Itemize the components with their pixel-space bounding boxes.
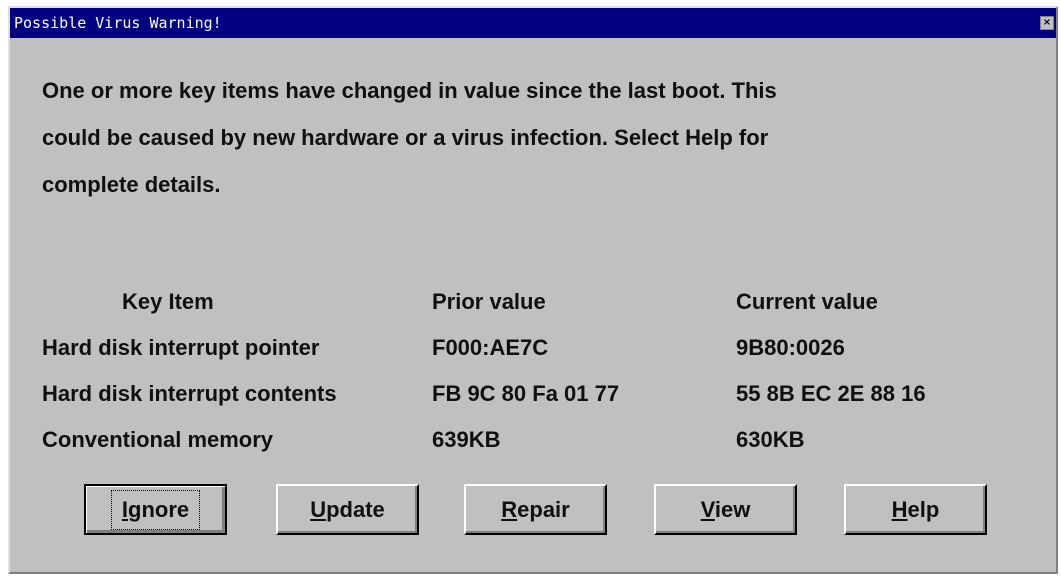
repair-button[interactable]: Repair — [464, 484, 607, 535]
title-bar[interactable]: Possible Virus Warning! × — [10, 8, 1056, 38]
virus-warning-dialog: Possible Virus Warning! × One or more ke… — [8, 6, 1058, 574]
column-header-current-value: Current value — [736, 289, 878, 314]
help-label-rest: elp — [907, 496, 940, 522]
column-header-prior-value: Prior value — [432, 289, 546, 314]
update-mnemonic: U — [310, 496, 327, 522]
view-button[interactable]: View — [654, 484, 797, 535]
view-label-rest: iew — [714, 496, 751, 522]
close-icon: × — [1042, 17, 1052, 28]
help-button[interactable]: Help — [844, 484, 987, 535]
table-cell-prior-value: F000:AE7C — [432, 335, 549, 360]
column-header-key-item: Key Item — [122, 289, 214, 314]
ignore-button[interactable]: Ignore — [84, 484, 227, 535]
repair-label-rest: epair — [517, 496, 570, 522]
table-cell-current-value: 630KB — [736, 427, 805, 452]
table-cell-key-item: Hard disk interrupt contents — [42, 381, 337, 406]
message-line: complete details. — [42, 172, 221, 197]
table-cell-current-value: 9B80:0026 — [736, 335, 845, 360]
update-label-rest: pdate — [326, 496, 385, 522]
help-button-label: Help — [886, 495, 946, 525]
table-cell-current-value: 55 8B EC 2E 88 16 — [736, 381, 926, 406]
update-button[interactable]: Update — [276, 484, 419, 535]
repair-mnemonic: R — [501, 496, 518, 522]
close-button[interactable]: × — [1040, 16, 1054, 30]
message-line: One or more key items have changed in va… — [42, 78, 777, 103]
message-line: could be caused by new hardware or a vir… — [42, 125, 769, 150]
warning-message: One or more key items have changed in va… — [42, 78, 942, 219]
help-mnemonic: H — [891, 496, 908, 522]
ignore-button-label: Ignore — [110, 489, 201, 530]
dialog-content: One or more key items have changed in va… — [10, 38, 1056, 572]
view-mnemonic: V — [700, 496, 715, 522]
table-cell-prior-value: FB 9C 80 Fa 01 77 — [432, 381, 620, 406]
ignore-label-rest: gnore — [128, 496, 190, 522]
view-button-label: View — [695, 495, 757, 525]
table-cell-key-item: Conventional memory — [42, 427, 274, 452]
table-cell-key-item: Hard disk interrupt pointer — [42, 335, 320, 360]
repair-button-label: Repair — [495, 495, 575, 525]
window-title: Possible Virus Warning! — [14, 14, 222, 32]
update-button-label: Update — [304, 495, 391, 525]
table-cell-prior-value: 639KB — [432, 427, 501, 452]
